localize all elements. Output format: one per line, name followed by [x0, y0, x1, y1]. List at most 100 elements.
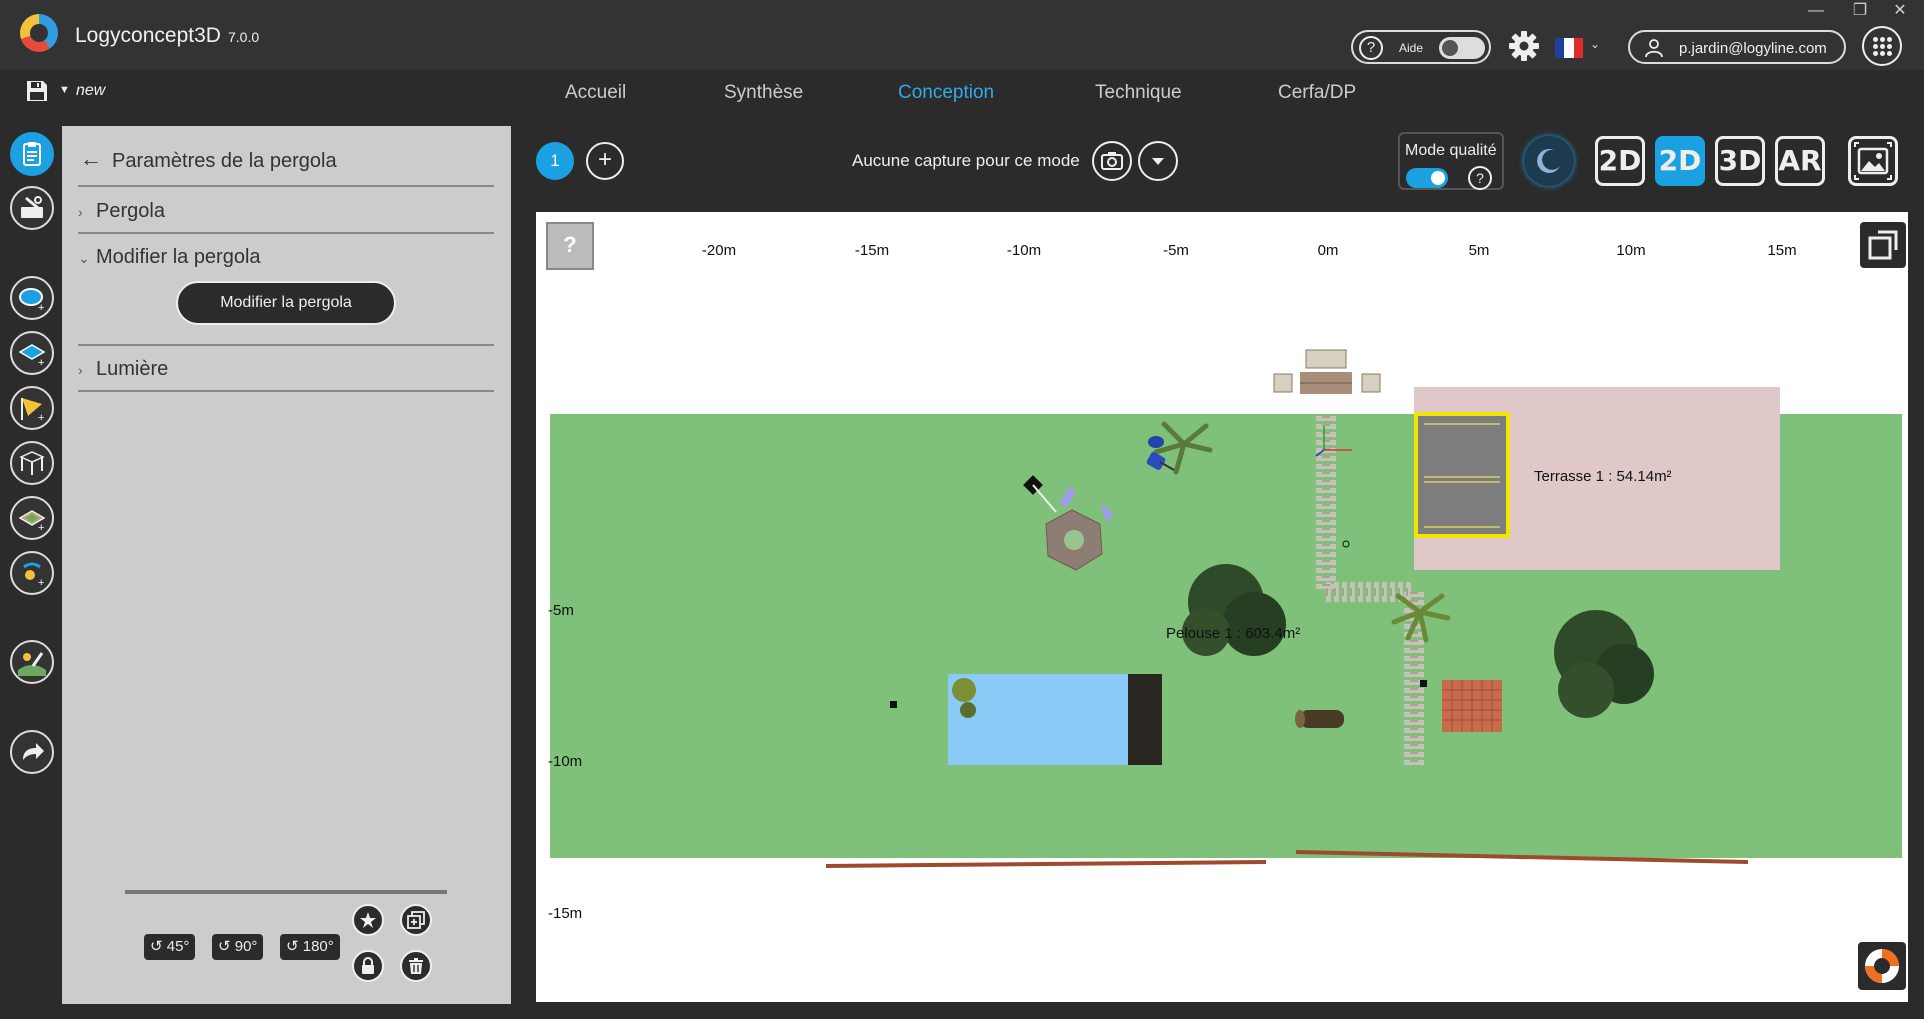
- ruler-x-label: -5m: [1163, 242, 1189, 259]
- add-pergola-button[interactable]: [10, 441, 54, 485]
- view-3d-button[interactable]: 3D: [1715, 136, 1765, 186]
- section-modifier-pergola[interactable]: ⌄ Modifier la pergola: [78, 246, 261, 269]
- quality-mode-control: Mode qualité ?: [1398, 132, 1504, 190]
- capture-status: Aucune capture pour ce mode: [852, 151, 1080, 170]
- garden-furniture[interactable]: [1273, 349, 1381, 394]
- minimize-button[interactable]: —: [1796, 0, 1836, 24]
- save-menu-caret-icon[interactable]: ▼: [59, 84, 70, 96]
- lock-icon: [362, 957, 374, 974]
- canvas-help-button[interactable]: ?: [546, 222, 594, 270]
- section-pergola[interactable]: › Pergola: [78, 200, 165, 223]
- project-info-button[interactable]: [10, 132, 54, 176]
- quality-mode-label: Mode qualité: [1405, 142, 1497, 159]
- tools-button[interactable]: [10, 186, 54, 230]
- language-flag-icon[interactable]: [1555, 38, 1583, 58]
- gazebo[interactable]: [1023, 475, 1114, 571]
- add-light-icon: +: [23, 562, 44, 587]
- question-icon: ?: [1359, 36, 1383, 60]
- user-icon: [1645, 39, 1663, 58]
- page-1-button[interactable]: 1: [536, 142, 574, 180]
- night-mode-button[interactable]: [1524, 136, 1574, 186]
- help-label: Aide: [1399, 41, 1424, 55]
- marker[interactable]: [1420, 680, 1427, 687]
- properties-panel: ← Paramètres de la pergola › Pergola ⌄ Mod…: [62, 126, 511, 1004]
- sun-settings-button[interactable]: [10, 640, 54, 684]
- log-bench[interactable]: [1295, 710, 1344, 728]
- pergola-selected[interactable]: [1414, 412, 1510, 538]
- small-plant[interactable]: [952, 678, 976, 702]
- divider: [78, 232, 494, 234]
- rotate-90-button[interactable]: ↺ 90°: [212, 934, 264, 960]
- capture-button[interactable]: [1092, 141, 1132, 181]
- quality-mode-toggle[interactable]: [1406, 168, 1448, 188]
- user-email: p.jardin@logyline.com: [1679, 40, 1827, 57]
- ruler-y-label: -15m: [548, 905, 583, 922]
- delete-button[interactable]: [400, 950, 432, 982]
- save-icon[interactable]: [26, 80, 48, 102]
- left-toolbar: + + + + +: [0, 112, 62, 1019]
- lawn-mower[interactable]: [1146, 436, 1175, 471]
- add-light-button[interactable]: +: [10, 551, 54, 595]
- help-toggle[interactable]: [1439, 37, 1485, 59]
- section-lumiere[interactable]: › Lumière: [78, 358, 168, 381]
- roof-tiles-area[interactable]: [1442, 680, 1502, 732]
- marker[interactable]: [1342, 540, 1350, 548]
- rotate-label: 180°: [302, 938, 334, 955]
- add-pool-icon: +: [19, 288, 44, 312]
- marker[interactable]: [890, 701, 897, 708]
- plan-objects: [825, 349, 1749, 868]
- dark-bush[interactable]: [1182, 564, 1286, 656]
- divider: [78, 185, 494, 187]
- svg-text:+: +: [38, 357, 44, 367]
- rotate-label: 45°: [166, 938, 190, 955]
- add-ground-button[interactable]: +: [10, 496, 54, 540]
- capture-options-button[interactable]: [1138, 141, 1178, 181]
- gear-icon[interactable]: [1508, 30, 1540, 62]
- tab-synthese[interactable]: Synthèse: [724, 82, 803, 104]
- add-sail-button[interactable]: +: [10, 386, 54, 430]
- render-image-button[interactable]: [1848, 136, 1898, 186]
- close-button[interactable]: ✕: [1880, 0, 1920, 24]
- tab-accueil[interactable]: Accueil: [565, 82, 626, 104]
- modify-pergola-button[interactable]: Modifier la pergola: [176, 281, 396, 325]
- tab-cerfa-dp[interactable]: Cerfa/DP: [1278, 82, 1356, 104]
- dark-tree[interactable]: [1554, 610, 1654, 718]
- rotate-180-button[interactable]: ↺ 180°: [280, 934, 340, 960]
- quality-help-icon[interactable]: ?: [1468, 166, 1492, 190]
- view-ar-button[interactable]: AR: [1775, 136, 1825, 186]
- fullscreen-button[interactable]: [1860, 222, 1906, 268]
- sun-edit-icon: [18, 652, 46, 676]
- tab-conception[interactable]: Conception: [898, 82, 994, 104]
- app-name: Logyconcept3D: [75, 24, 221, 47]
- moon-icon: [1537, 148, 1560, 173]
- fence[interactable]: [825, 860, 1267, 868]
- section-label: Lumière: [96, 358, 169, 380]
- support-button[interactable]: [1858, 942, 1906, 990]
- small-plant[interactable]: [960, 702, 976, 718]
- tab-technique[interactable]: Technique: [1095, 82, 1182, 104]
- duplicate-button[interactable]: [400, 904, 432, 936]
- add-pool-button[interactable]: +: [10, 276, 54, 320]
- view-2d-textured-button[interactable]: 2D: [1655, 136, 1705, 186]
- add-page-button[interactable]: +: [586, 142, 624, 180]
- duplicate-icon: [407, 911, 425, 929]
- apps-grid-icon[interactable]: [1862, 26, 1902, 66]
- chevron-down-icon[interactable]: ⌄: [1590, 37, 1600, 51]
- user-account-button[interactable]: p.jardin@logyline.com: [1628, 30, 1846, 64]
- ruler-x-label: -10m: [1006, 242, 1042, 259]
- share-button[interactable]: [10, 730, 54, 774]
- view-2d-button[interactable]: 2D: [1595, 136, 1645, 186]
- lock-button[interactable]: [352, 950, 384, 982]
- add-sail-icon: +: [21, 398, 44, 422]
- trash-icon: [409, 958, 423, 974]
- panel-scrollbar[interactable]: [125, 890, 447, 894]
- help-control[interactable]: ? Aide: [1351, 30, 1491, 64]
- favorite-button[interactable]: [352, 904, 384, 936]
- add-terrace-button[interactable]: +: [10, 331, 54, 375]
- plan-canvas[interactable]: Terrasse 1 : 54.14m² Pelouse 1 : 603.4m²…: [536, 212, 1908, 1002]
- section-label: Pergola: [96, 200, 165, 222]
- fence[interactable]: [1295, 850, 1749, 864]
- back-arrow-icon[interactable]: ←: [80, 146, 102, 172]
- maximize-button[interactable]: ❐: [1840, 0, 1880, 24]
- rotate-45-button[interactable]: ↺ 45°: [144, 934, 196, 960]
